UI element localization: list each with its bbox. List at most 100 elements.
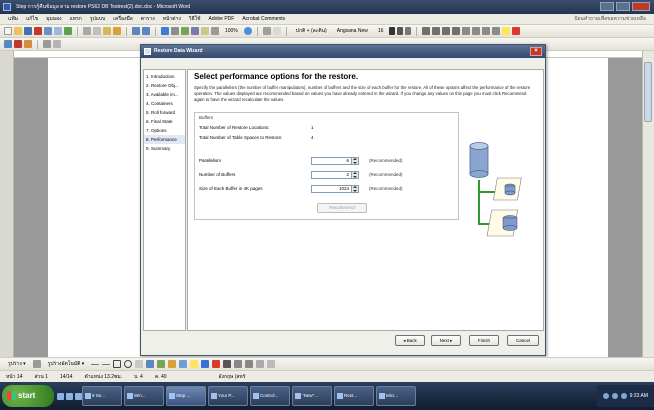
line-color-icon[interactable] xyxy=(201,360,210,368)
undo-icon[interactable] xyxy=(132,27,140,35)
finish-button[interactable]: Finish xyxy=(469,335,499,346)
menu-item[interactable]: แทรก xyxy=(70,15,82,23)
pdf-icon[interactable] xyxy=(34,27,42,35)
3d-icon[interactable] xyxy=(267,360,276,368)
recommend-button[interactable]: Recommend xyxy=(317,203,367,213)
wordart-icon[interactable] xyxy=(146,360,155,368)
wizard-step-item[interactable]: 7. Options xyxy=(144,126,185,135)
track-changes-icon[interactable] xyxy=(53,40,61,48)
taskbar-button[interactable]: Control... xyxy=(250,386,290,406)
menu-item[interactable]: หน้าต่าง xyxy=(163,15,181,23)
close-window-button[interactable] xyxy=(632,2,650,11)
wizard-step-item[interactable]: 8. Performance xyxy=(144,135,185,144)
wizard-step-item[interactable]: 3. Available im... xyxy=(144,90,185,99)
new-document-icon[interactable] xyxy=(4,27,12,35)
start-button[interactable]: start xyxy=(2,385,54,407)
autoshapes-menu[interactable]: รูปร่างอัตโนมัติ ▾ xyxy=(48,360,85,368)
buffer-size-spinner[interactable]: 1024 xyxy=(311,185,359,193)
menu-item[interactable]: เครื่องมือ xyxy=(113,15,132,23)
quick-launch-icon[interactable] xyxy=(66,392,73,400)
picture-icon[interactable] xyxy=(179,360,188,368)
minimize-button[interactable] xyxy=(600,2,614,11)
line-icon[interactable] xyxy=(91,363,100,365)
font-color-icon[interactable] xyxy=(212,360,221,368)
align-center-icon[interactable] xyxy=(432,27,441,35)
italic-icon[interactable] xyxy=(397,27,404,35)
drawing-icon[interactable] xyxy=(201,27,209,35)
save-icon[interactable] xyxy=(24,27,32,35)
parallelism-spinner[interactable]: 6 xyxy=(311,157,359,165)
copy-icon[interactable] xyxy=(93,27,101,35)
taskbar-button[interactable]: Your P... xyxy=(208,386,248,406)
arrow-style-icon[interactable] xyxy=(245,360,254,368)
quick-launch-icon[interactable] xyxy=(75,392,82,400)
wizard-step-item[interactable]: 9. Summary xyxy=(144,144,185,153)
menu-item[interactable]: Acrobat Comments xyxy=(242,16,285,22)
menu-item[interactable]: วิธีใช้ xyxy=(189,15,201,23)
taskbar-button[interactable]: Win... xyxy=(124,386,164,406)
buffer-size-value[interactable]: 1024 xyxy=(339,186,349,191)
cut-icon[interactable] xyxy=(83,27,91,35)
font-size-box[interactable]: 16 xyxy=(378,28,384,34)
show-hide-icon[interactable] xyxy=(211,27,219,35)
menu-item[interactable]: ตาราง xyxy=(141,15,155,23)
textbox-icon[interactable] xyxy=(135,360,144,368)
cancel-button[interactable]: Cancel xyxy=(507,335,539,346)
menu-item[interactable]: มุมมอง xyxy=(46,15,61,23)
next-button[interactable]: Next ▸ xyxy=(431,335,461,346)
open-folder-icon[interactable] xyxy=(14,27,22,35)
taskbar-button[interactable]: 9 Se... xyxy=(82,386,122,406)
numbering-icon[interactable] xyxy=(472,27,481,35)
taskbar-button[interactable]: Step ... xyxy=(166,386,206,406)
pdf-review-icon[interactable] xyxy=(24,40,32,48)
bullets-icon[interactable] xyxy=(482,27,491,35)
taskbar-button[interactable]: Rest... xyxy=(334,386,374,406)
select-objects-icon[interactable] xyxy=(32,360,41,368)
read-icon[interactable] xyxy=(262,27,271,35)
menu-item[interactable]: แก้ไข xyxy=(26,15,38,23)
table-icon[interactable] xyxy=(171,27,179,35)
wizard-step-item[interactable]: 1. Introduction xyxy=(144,72,185,81)
network-icon[interactable] xyxy=(602,393,609,399)
clipart-icon[interactable] xyxy=(168,360,177,368)
indent-icon[interactable] xyxy=(492,27,501,35)
taskbar-button[interactable]: "New"... xyxy=(292,386,332,406)
arrow-line-icon[interactable] xyxy=(102,363,111,365)
font-color-icon[interactable] xyxy=(512,27,521,35)
style-box[interactable]: ปกติ + (ละติน) xyxy=(296,27,327,35)
convert-pdf-icon[interactable] xyxy=(4,40,12,48)
dash-style-icon[interactable] xyxy=(234,360,243,368)
buffers-count-value[interactable]: 2 xyxy=(346,172,349,177)
wizard-step-item[interactable]: 6. Final State xyxy=(144,117,185,126)
parallelism-value[interactable]: 6 xyxy=(346,158,349,163)
paste-icon[interactable] xyxy=(103,27,111,35)
clock[interactable]: 9:33 AM xyxy=(630,393,648,399)
line-spacing-icon[interactable] xyxy=(462,27,471,35)
oval-icon[interactable] xyxy=(124,360,133,368)
wizard-step-item[interactable]: 4. Containers xyxy=(144,99,185,108)
scrollbar-thumb[interactable] xyxy=(644,62,652,122)
help-icon[interactable] xyxy=(243,27,252,35)
comment-icon[interactable] xyxy=(43,40,51,48)
excel-icon[interactable] xyxy=(181,27,189,35)
taskbar-button[interactable]: Micr... xyxy=(376,386,416,406)
align-right-icon[interactable] xyxy=(442,27,451,35)
font-box[interactable]: Angsana New xyxy=(337,28,368,34)
spelling-icon[interactable] xyxy=(64,27,72,35)
bold-icon[interactable] xyxy=(389,27,396,35)
back-button[interactable]: ◂ Back xyxy=(395,335,425,346)
print-preview-icon[interactable] xyxy=(54,27,62,35)
fill-color-icon[interactable] xyxy=(190,360,199,368)
columns-icon[interactable] xyxy=(191,27,199,35)
diagram-icon[interactable] xyxy=(157,360,166,368)
spinner-arrows-icon[interactable] xyxy=(351,172,358,178)
wizard-step-item[interactable]: 2. Restore Obj... xyxy=(144,81,185,90)
volume-icon[interactable] xyxy=(611,393,618,399)
line-style-icon[interactable] xyxy=(223,360,232,368)
wizard-step-item[interactable]: 5. Roll forward xyxy=(144,108,185,117)
redo-icon[interactable] xyxy=(142,27,150,35)
hyperlink-icon[interactable] xyxy=(161,27,169,35)
buffers-count-spinner[interactable]: 2 xyxy=(311,171,359,179)
draw-menu[interactable]: รูปร่าง ▾ xyxy=(8,360,26,368)
maximize-button[interactable] xyxy=(616,2,630,11)
